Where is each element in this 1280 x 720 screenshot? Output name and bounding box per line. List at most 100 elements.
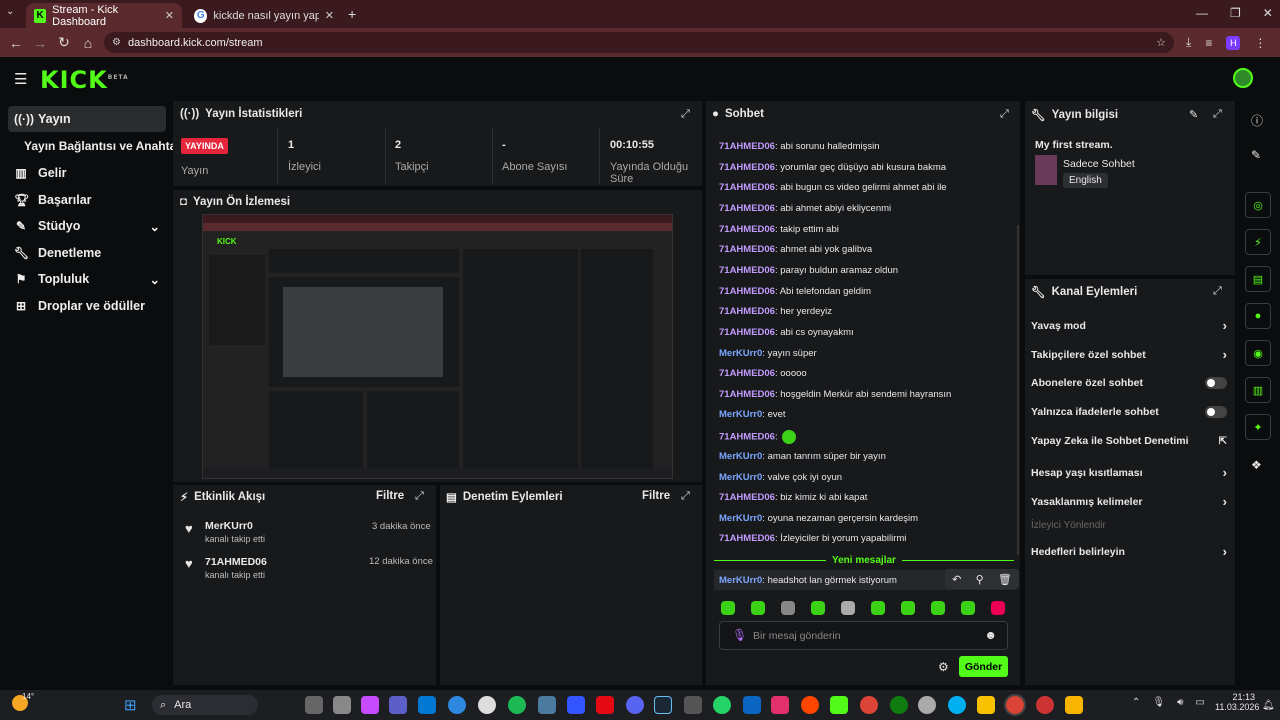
action-subscribers-only[interactable]: Abonelere özel sohbet [1031,377,1227,389]
emote-icon[interactable] [991,601,1005,615]
tab-google-search[interactable]: G kickde nasıl yayın yapılır - Goo ✕ [186,3,342,28]
kick-logo[interactable]: KICKBETA [40,66,129,94]
sidebar-item-studyo[interactable]: ✎ Stüdyo ⌄ [8,213,166,239]
rail-document-icon[interactable]: ▤ [1245,266,1271,292]
sidebar-item-yayin[interactable]: ((·)) Yayın [8,106,166,132]
netflix-icon[interactable] [596,696,614,714]
kick-app-icon[interactable] [830,696,848,714]
close-icon[interactable]: ✕ [165,9,174,22]
chat-username[interactable]: 71AHMED06 [719,182,775,193]
home-icon[interactable]: ⌂ [76,35,100,51]
reload-icon[interactable]: ↻ [52,34,76,51]
notifications-icon[interactable]: 🔔︎ [1262,700,1275,711]
rail-broadcast-icon[interactable]: ◉ [1245,340,1271,366]
xbox-icon[interactable] [890,696,908,714]
chat-username[interactable]: 71AHMED06 [719,533,775,544]
action-slow-mode[interactable]: Yavaş mod › [1031,318,1227,333]
chat-username[interactable]: MerKUrr0 [719,472,762,483]
undo-icon[interactable]: ↶ [952,573,961,586]
emote-icon[interactable] [751,601,765,615]
action-set-goals[interactable]: Hedefleri belirleyin › [1031,544,1227,559]
reading-list-icon[interactable]: ≡ [1205,36,1212,50]
app-icon[interactable] [361,696,379,714]
tab-search-icon[interactable]: ⌄ [6,6,20,20]
chat-scrollbar[interactable] [1017,225,1019,555]
app-icon[interactable] [684,696,702,714]
edit-pencil-icon[interactable]: ✎ [1251,148,1261,162]
expand-icon[interactable]: ⤢ [415,490,424,503]
activity-filter-button[interactable]: Filtre [376,490,404,502]
chat-username[interactable]: 71AHMED06 [719,368,775,379]
download-icon[interactable]: ⤓ [1186,35,1191,50]
chat-username[interactable]: 71AHMED06 [719,306,775,317]
emote-icon[interactable] [781,601,795,615]
settings-gear-icon[interactable]: ⚙ [938,660,949,674]
chat-username[interactable]: 71AHMED06 [719,286,775,297]
expand-icon[interactable]: ⤢ [681,108,690,121]
emote-icon[interactable] [811,601,825,615]
volume-icon[interactable]: 🔊︎ [1177,697,1183,708]
emote-icon[interactable] [931,601,945,615]
rail-wrench-icon[interactable]: ✦ [1245,414,1271,440]
expand-icon[interactable]: ⤢ [1213,108,1222,121]
chrome-active-icon[interactable] [1004,694,1026,716]
chat-username[interactable]: 71AHMED06 [719,244,775,255]
expand-icon[interactable]: ⤢ [1000,108,1009,121]
chat-username[interactable]: 71AHMED06 [719,327,775,338]
tray-chevron-icon[interactable]: ⌃ [1132,697,1140,708]
app-icon[interactable] [1065,696,1083,714]
send-button[interactable]: Gönder [959,656,1008,677]
new-tab-icon[interactable]: + [348,6,356,22]
action-account-age[interactable]: Hesap yaşı kısıtlaması › [1031,465,1227,480]
action-emote-only[interactable]: Yalnızca ifadelerle sohbet [1031,406,1227,418]
app-icon[interactable] [743,696,761,714]
sidebar-item-droplar[interactable]: ⊞ Droplar ve ödüller [8,293,166,319]
reddit-icon[interactable] [801,696,819,714]
rail-bolt-icon[interactable]: ⚡︎ [1245,229,1271,255]
chat-username[interactable]: 71AHMED06 [719,492,775,503]
chat-username[interactable]: MerKUrr0 [719,513,762,524]
whatsapp-icon[interactable] [713,696,731,714]
minimize-icon[interactable]: — [1196,6,1208,20]
toggle-switch[interactable] [1205,377,1227,389]
battery-icon[interactable]: ▭ [1195,697,1204,708]
chat-username[interactable]: 71AHMED06 [719,432,775,443]
app-icon[interactable] [567,696,585,714]
app-icon[interactable] [1036,696,1054,714]
rail-card-icon[interactable]: ▥ [1245,377,1271,403]
activity-user[interactable]: MerKUrr0 [205,520,253,532]
file-explorer-icon[interactable] [977,696,995,714]
discord-icon[interactable] [626,696,644,714]
sidebar-item-stream-key[interactable]: Yayın Bağlantısı ve Anahtarı [8,133,184,159]
chat-username[interactable]: 71AHMED06 [719,265,775,276]
app-icon[interactable] [333,696,351,714]
sidebar-item-denetleme[interactable]: 🔧︎ Denetleme [8,240,166,266]
tab-kick-dashboard[interactable]: K Stream - Kick Dashboard ✕ [26,3,182,28]
site-info-icon[interactable]: ⚙ [112,37,121,48]
delete-icon[interactable]: 🗑︎ [998,573,1012,586]
spotify-icon[interactable] [508,696,526,714]
action-banned-words[interactable]: Yasaklanmış kelimeler › [1031,494,1227,509]
expand-icon[interactable]: ⤢ [681,490,690,503]
sidebar-item-gelir[interactable]: ▥ Gelir [8,160,166,186]
microphone-icon[interactable]: 🎙︎ [732,628,747,642]
app-icon[interactable] [418,696,436,714]
back-icon[interactable]: ← [4,35,28,51]
chat-username[interactable]: MerKUrr0 [719,348,762,359]
hamburger-menu-icon[interactable]: ☰ [14,70,27,88]
emote-icon[interactable] [961,601,975,615]
close-icon[interactable]: ✕ [325,9,334,22]
action-followers-only[interactable]: Takipçilere özel sohbet › [1031,347,1227,362]
rail-target-icon[interactable]: ◎ [1245,192,1271,218]
chat-username[interactable]: 71AHMED06 [719,203,775,214]
stream-preview-video[interactable]: KICK [202,214,673,479]
chat-username[interactable]: MerKUrr0 [719,575,762,586]
bookmark-star-icon[interactable]: ☆ [1156,36,1166,49]
menu-kebab-icon[interactable]: ⋮ [1254,36,1266,50]
windows-start-icon[interactable]: ⊞ [124,696,137,714]
emoji-icon[interactable]: ☻ [984,628,997,642]
chat-username[interactable]: 71AHMED06 [719,141,775,152]
emote-icon[interactable] [871,601,885,615]
profile-avatar[interactable]: H [1226,35,1241,50]
chat-input[interactable]: 🎙︎ Bir mesaj gönderin ☻ [719,621,1008,650]
